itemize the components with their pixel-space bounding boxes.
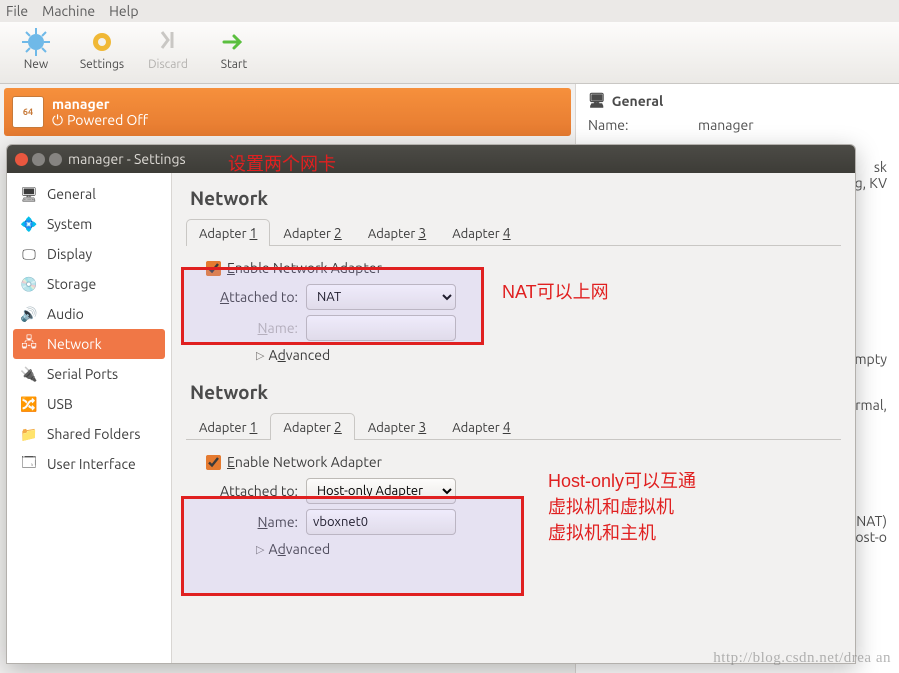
settings-dialog: manager - Settings 🖥General 💠System 🖵Dis… — [6, 144, 856, 664]
sun-icon — [22, 28, 50, 56]
discard-button: Discard — [138, 28, 198, 71]
detail-name-value: manager — [698, 117, 887, 133]
cat-storage[interactable]: 💿Storage — [13, 269, 165, 299]
advanced2-toggle[interactable]: ▷Advanced — [256, 541, 837, 557]
discard-label: Discard — [148, 58, 188, 71]
tab-adapter4[interactable]: Adapter 4 — [439, 219, 523, 246]
cat-ui[interactable]: 🗔User Interface — [13, 449, 165, 479]
serial-icon: 🔌 — [19, 364, 39, 384]
attached1-label: Attached to: — [206, 289, 298, 305]
chevron-right-icon: ▷ — [256, 349, 264, 362]
discard-icon — [154, 28, 182, 56]
panel2-title: Network — [190, 381, 841, 403]
cat-audio[interactable]: 🔊Audio — [13, 299, 165, 329]
start-label: Start — [221, 58, 247, 71]
enable-adapter1-check[interactable]: Enable Network Adapter — [206, 260, 837, 276]
tab-adapter3[interactable]: Adapter 3 — [355, 219, 439, 246]
vm-state: Powered Off — [67, 112, 148, 128]
network-icon: 🖧 — [19, 334, 39, 354]
attached2-label: Attached to: — [206, 483, 298, 499]
menu-machine[interactable]: Machine — [42, 3, 95, 19]
cat-system[interactable]: 💠System — [13, 209, 165, 239]
vm-item-manager[interactable]: 64 manager ⏻Powered Off — [4, 88, 571, 136]
dialog-titlebar[interactable]: manager - Settings — [7, 145, 855, 173]
arrow-right-icon — [220, 28, 248, 56]
menubar: File Machine Help — [0, 0, 899, 22]
panel2-tabs: Adapter 1 Adapter 2 Adapter 3 Adapter 4 — [186, 413, 841, 440]
cat-usb[interactable]: 🔀USB — [13, 389, 165, 419]
monitor-icon: 🖥 — [588, 92, 606, 109]
enable-adapter2-check[interactable]: Enable Network Adapter — [206, 454, 837, 470]
cat-serial[interactable]: 🔌Serial Ports — [13, 359, 165, 389]
vm-name: manager — [52, 96, 110, 112]
tab2-adapter4[interactable]: Adapter 4 — [439, 413, 523, 440]
display-icon: 🖵 — [19, 244, 39, 264]
attached2-select[interactable]: Host-only Adapter — [306, 478, 456, 504]
toolbar: New Settings Discard Start — [0, 22, 899, 84]
settings-label: Settings — [80, 58, 124, 71]
tab2-adapter3[interactable]: Adapter 3 — [355, 413, 439, 440]
ui-icon: 🗔 — [19, 454, 39, 474]
settings-content: Network Adapter 1 Adapter 2 Adapter 3 Ad… — [172, 173, 855, 663]
audio-icon: 🔊 — [19, 304, 39, 324]
panel1-title: Network — [190, 187, 841, 209]
tab-adapter2[interactable]: Adapter 2 — [270, 219, 354, 246]
tab-adapter1[interactable]: Adapter 1 — [186, 219, 270, 246]
close-icon[interactable] — [15, 153, 28, 166]
settings-button[interactable]: Settings — [72, 28, 132, 71]
enable-adapter2-input[interactable] — [206, 455, 221, 470]
attached1-select[interactable]: NAT — [306, 284, 456, 310]
menu-file[interactable]: File — [6, 3, 28, 19]
category-list: 🖥General 💠System 🖵Display 💿Storage 🔊Audi… — [7, 173, 172, 663]
disk-icon: 💿 — [19, 274, 39, 294]
menu-help[interactable]: Help — [109, 3, 138, 19]
minimize-icon[interactable] — [32, 153, 45, 166]
new-button[interactable]: New — [6, 28, 66, 71]
name2-label: Name: — [206, 514, 298, 530]
power-icon: ⏻ — [52, 112, 63, 129]
cat-network[interactable]: 🖧Network — [13, 329, 165, 359]
cat-shared[interactable]: 📁Shared Folders — [13, 419, 165, 449]
detail-name-label: Name: — [588, 117, 698, 133]
chip-icon: 💠 — [19, 214, 39, 234]
name2-input[interactable] — [306, 509, 456, 535]
start-button[interactable]: Start — [204, 28, 264, 71]
detail-general-heading: 🖥General — [588, 92, 887, 109]
enable-adapter1-input[interactable] — [206, 261, 221, 276]
gear-icon — [88, 28, 116, 56]
maximize-icon[interactable] — [49, 153, 62, 166]
name1-label: Name: — [206, 320, 298, 336]
chevron-right-icon: ▷ — [256, 543, 264, 556]
new-label: New — [24, 58, 49, 71]
tab2-adapter2[interactable]: Adapter 2 — [270, 413, 354, 440]
folder-icon: 📁 — [19, 424, 39, 444]
panel1-tabs: Adapter 1 Adapter 2 Adapter 3 Adapter 4 — [186, 219, 841, 246]
tab2-adapter1[interactable]: Adapter 1 — [186, 413, 270, 440]
usb-icon: 🔀 — [19, 394, 39, 414]
cat-general[interactable]: 🖥General — [13, 179, 165, 209]
name1-input — [306, 315, 456, 341]
dialog-title: manager - Settings — [68, 151, 186, 167]
advanced1-toggle[interactable]: ▷Advanced — [256, 347, 837, 363]
cat-display[interactable]: 🖵Display — [13, 239, 165, 269]
os-badge-icon: 64 — [12, 96, 44, 128]
monitor-icon: 🖥 — [19, 184, 39, 204]
